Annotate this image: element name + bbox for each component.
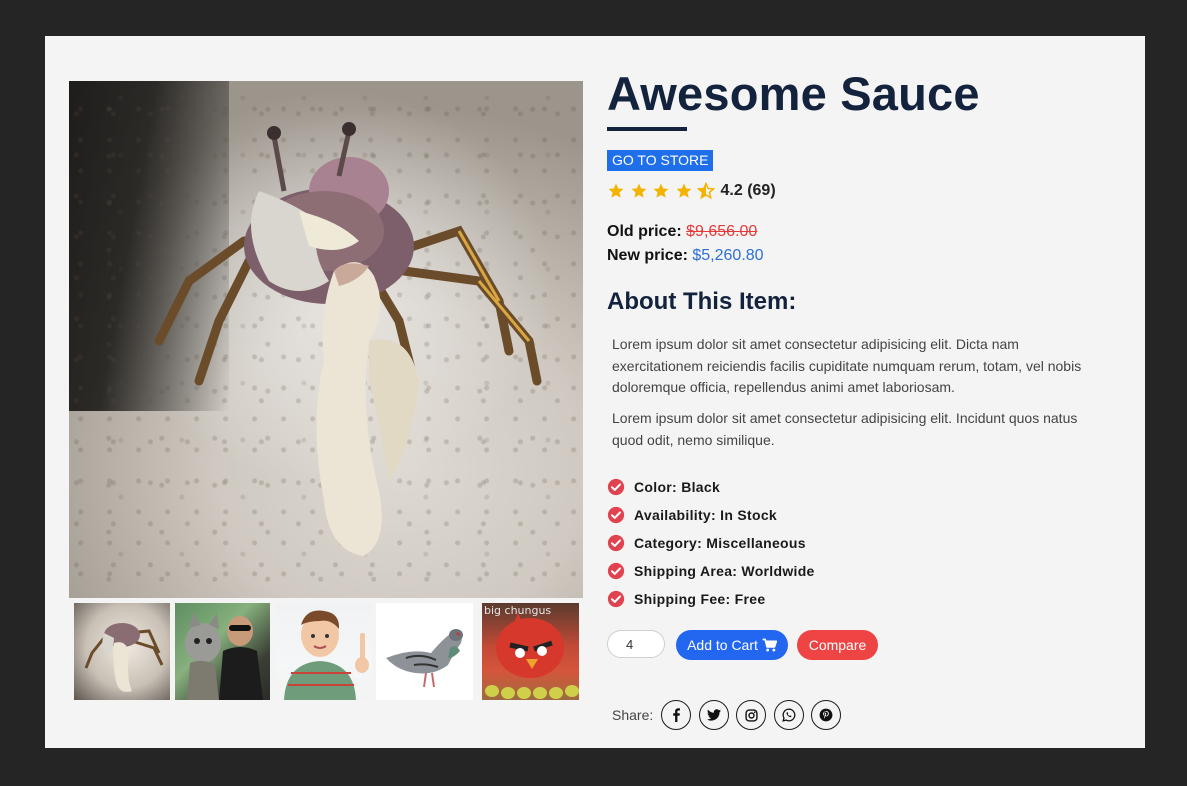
spec-list: Color: Black Availability: In Stock Cate… [607, 473, 815, 613]
go-to-store-button[interactable]: GO TO STORE [607, 150, 714, 171]
pinterest-icon[interactable] [811, 700, 842, 730]
facebook-icon[interactable] [661, 700, 692, 730]
thumbnail-cat[interactable] [175, 603, 270, 700]
star-full-icon [631, 183, 646, 198]
thumbnail-pigeon[interactable] [376, 603, 473, 700]
twitter-icon[interactable] [698, 700, 729, 730]
spec-category: Category: Miscellaneous [634, 535, 806, 551]
star-full-icon [653, 183, 669, 198]
product-card: big chungus Awesome Sauce GO TO STORE 4.… [45, 36, 1145, 748]
product-title: Awesome Sauce [607, 67, 980, 120]
star-full-icon [676, 183, 691, 198]
old-price-row: Old price: $9,656.00 [607, 223, 757, 241]
cart-icon [762, 638, 777, 652]
about-heading: About This Item: [607, 288, 797, 315]
add-to-cart-button[interactable]: Add to Cart [676, 630, 788, 660]
spec-availability: Availability: In Stock [634, 507, 778, 523]
about-paragraph: Lorem ipsum dolor sit amet consectetur a… [612, 410, 1078, 448]
spec-item: Color: Black [607, 473, 815, 501]
about-paragraph: Lorem ipsum dolor sit amet consectetur a… [612, 336, 1082, 395]
thumbnail-caption: big chungus [484, 604, 552, 617]
title-underline [607, 127, 687, 131]
old-price-value: $9,656.00 [686, 223, 758, 240]
spec-shipping-area: Shipping Area: Worldwide [634, 563, 815, 579]
check-circle-icon [607, 506, 625, 524]
share-bar: Share: [612, 700, 849, 730]
thumbnail-boy[interactable] [276, 603, 372, 700]
product-rating: 4.2 (69) [607, 181, 776, 201]
spec-color: Color: Black [634, 479, 721, 495]
star-full-icon [608, 183, 624, 198]
new-price-label: New price: [607, 247, 688, 264]
old-price-label: Old price: [607, 223, 682, 240]
new-price-row: New price: $5,260.80 [607, 247, 764, 265]
check-circle-icon [607, 478, 625, 496]
quantity-input[interactable] [607, 630, 665, 658]
check-circle-icon [607, 562, 625, 580]
add-to-cart-label: Add to Cart [687, 637, 758, 653]
instagram-icon[interactable] [736, 700, 767, 730]
whatsapp-icon[interactable] [773, 700, 804, 730]
check-circle-icon [607, 534, 625, 552]
thumbnail-crab[interactable] [74, 603, 170, 700]
product-main-image [69, 81, 583, 598]
spec-item: Availability: In Stock [607, 501, 815, 529]
new-price-value: $5,260.80 [692, 247, 764, 264]
check-circle-icon [607, 590, 625, 608]
share-label: Share: [612, 707, 654, 723]
spec-item: Shipping Fee: Free [607, 585, 815, 613]
compare-button[interactable]: Compare [797, 630, 878, 660]
thumbnail-strip: big chungus [74, 603, 579, 700]
spec-item: Shipping Area: Worldwide [607, 557, 815, 585]
product-details: Awesome Sauce GO TO STORE 4.2 (69) Old p… [607, 36, 1127, 748]
star-half-icon [697, 182, 715, 200]
spec-item: Category: Miscellaneous [607, 529, 815, 557]
rating-text: 4.2 (69) [720, 182, 776, 199]
thumbnail-red-bird[interactable]: big chungus [482, 603, 579, 700]
spec-shipping-fee: Shipping Fee: Free [634, 591, 766, 607]
